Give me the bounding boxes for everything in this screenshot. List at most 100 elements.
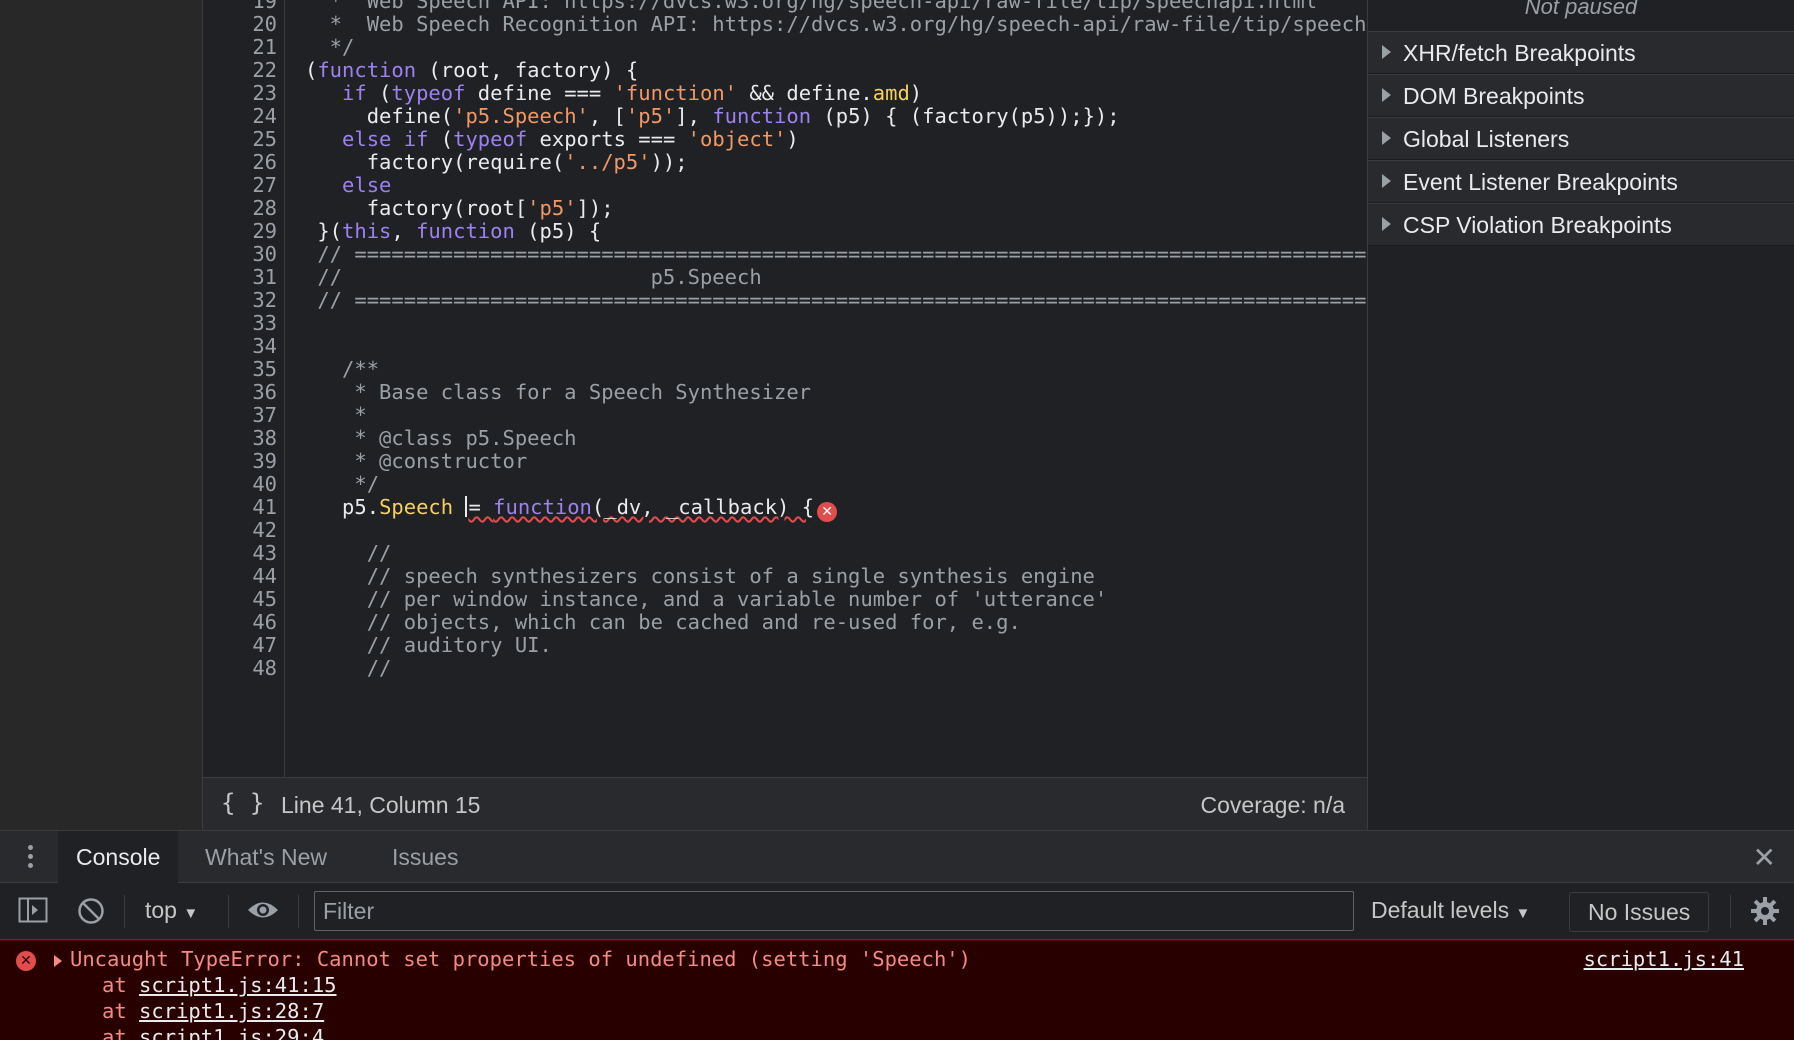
live-expression-eye-icon[interactable] <box>246 897 280 927</box>
stack-frame-link[interactable]: script1.js:41:15 <box>139 973 336 997</box>
code-line[interactable]: * Web Speech Recognition API: https://dv… <box>305 11 1367 37</box>
expand-triangle-icon[interactable] <box>1382 174 1391 188</box>
code-token: && define. <box>737 81 873 105</box>
code-token: define === <box>465 81 614 105</box>
code-token: 'p5' <box>625 104 676 128</box>
code-token: function <box>416 219 515 243</box>
code-area[interactable]: * Web Speech API: https://dvcs.w3.org/hg… <box>285 0 1367 777</box>
stack-prefix: at <box>102 999 140 1023</box>
code-line[interactable]: * Base class for a Speech Synthesizer <box>305 379 811 405</box>
stack-frame: at script1.js:29:4 <box>102 1025 324 1040</box>
code-line[interactable]: // =====================================… <box>305 287 1367 313</box>
code-line[interactable]: // <box>305 655 392 681</box>
code-token: // =====================================… <box>305 242 1367 266</box>
error-text: Uncaught TypeError: Cannot set propertie… <box>70 947 971 971</box>
dropdown-arrow-icon: ▼ <box>183 905 199 922</box>
debugger-sidebar: Not paused XHR/fetch Breakpoints DOM Bre… <box>1367 0 1794 830</box>
code-token: else <box>342 173 392 197</box>
code-token: */ <box>305 35 355 59</box>
sidebar-toggle-icon[interactable] <box>18 896 48 928</box>
code-token: // per window instance, and a variable n… <box>305 587 1108 611</box>
code-token: if <box>342 81 367 105</box>
toolbar-separator <box>228 895 229 928</box>
code-token: // =====================================… <box>305 288 1367 312</box>
code-token: 'p5' <box>527 196 577 220</box>
expand-triangle-icon[interactable] <box>1382 88 1391 102</box>
xhr-fetch-breakpoints-section[interactable]: XHR/fetch Breakpoints <box>1368 31 1794 74</box>
error-source-link[interactable]: script1.js:41 <box>1584 947 1744 971</box>
issues-counter-button[interactable]: No Issues <box>1569 892 1710 932</box>
expand-error-triangle-icon[interactable] <box>54 955 62 967</box>
section-label: DOM Breakpoints <box>1403 83 1585 109</box>
tab-console[interactable]: Console <box>58 831 179 883</box>
code-token: /** <box>305 357 380 381</box>
code-token: = <box>468 495 494 519</box>
code-token: else if <box>342 127 429 151</box>
editor-status-bar: { } Line 41, Column 15 Coverage: n/a <box>203 777 1367 830</box>
stack-frame-link[interactable]: script1.js:28:7 <box>139 999 324 1023</box>
close-drawer-icon[interactable]: ✕ <box>1753 841 1776 874</box>
coverage-status: Coverage: n/a <box>1200 792 1345 818</box>
more-tools-kebab-icon[interactable] <box>28 845 34 869</box>
inline-error-icon[interactable]: ✕ <box>817 502 838 522</box>
expand-triangle-icon[interactable] <box>1382 45 1391 59</box>
console-error-message[interactable]: ✕ Uncaught TypeError: Cannot set propert… <box>0 940 1794 1040</box>
global-listeners-section[interactable]: Global Listeners <box>1368 117 1794 160</box>
dom-breakpoints-section[interactable]: DOM Breakpoints <box>1368 74 1794 117</box>
section-label: Event Listener Breakpoints <box>1403 169 1678 195</box>
code-token: ]); <box>576 196 614 220</box>
code-token: define( <box>305 104 454 128</box>
code-token: * <box>305 403 367 427</box>
code-token: // auditory UI. <box>305 633 552 657</box>
code-token: Speech <box>379 495 454 519</box>
code-token: 'p5.Speech' <box>453 104 589 128</box>
code-token: // <box>305 656 392 680</box>
source-editor[interactable]: 19 20 21 22 23 24 25 26 27 28 29 30 31 32 33 34 35 36 37 38… <box>203 0 1367 777</box>
code-token: '../p5' <box>564 150 651 174</box>
code-token: , [ <box>588 104 626 128</box>
context-selector[interactable]: top ▼ <box>145 897 198 924</box>
stack-prefix: at <box>102 1025 140 1040</box>
line-number-gutter[interactable]: 19 20 21 22 23 24 25 26 27 28 29 30 31 32 33 34 35 36 37 38… <box>203 0 285 777</box>
expand-triangle-icon[interactable] <box>1382 131 1391 145</box>
section-label: CSP Violation Breakpoints <box>1403 212 1672 238</box>
log-levels-dropdown[interactable]: Default levels ▼ <box>1371 897 1530 924</box>
code-token: * @constructor <box>305 449 528 473</box>
stack-frame: at script1.js:41:15 <box>102 973 337 997</box>
csp-violation-breakpoints-section[interactable]: CSP Violation Breakpoints <box>1368 203 1794 246</box>
stack-frame: at script1.js:28:7 <box>102 999 324 1023</box>
navigator-pane <box>0 0 203 830</box>
code-token: amd <box>872 81 910 105</box>
code-token: // speech synthesizers consist of a sing… <box>305 564 1095 588</box>
code-token: }( <box>305 219 343 243</box>
code-line[interactable]: p5.Speech = function(_dv, _callback) {✕ <box>305 494 838 522</box>
code-token: (_dv, _callback) { <box>591 495 815 519</box>
line-number[interactable]: 48 <box>252 655 277 681</box>
code-token: function <box>493 495 592 519</box>
console-toolbar: top ▼ Default levels ▼ No Issues <box>0 883 1794 940</box>
event-listener-breakpoints-section[interactable]: Event Listener Breakpoints <box>1368 160 1794 203</box>
pretty-print-icon[interactable]: { } <box>221 789 264 817</box>
code-token: ( <box>366 81 392 105</box>
console-filter-input[interactable] <box>314 891 1354 931</box>
code-token: typeof <box>453 127 528 151</box>
tab-issues[interactable]: Issues <box>374 831 476 883</box>
code-token: 'object' <box>687 127 787 151</box>
section-label: XHR/fetch Breakpoints <box>1403 40 1636 66</box>
toolbar-separator <box>1730 895 1731 928</box>
clear-console-icon[interactable] <box>76 896 106 930</box>
code-token: function <box>712 104 812 128</box>
console-settings-gear-icon[interactable] <box>1750 896 1780 930</box>
code-token: // objects, which can be cached and re-u… <box>305 610 1021 634</box>
code-token: // <box>305 541 392 565</box>
code-token: ( <box>428 127 454 151</box>
tab-whats-new[interactable]: What's New <box>187 831 345 883</box>
stack-frame-link[interactable]: script1.js:29:4 <box>139 1025 324 1040</box>
code-token: ( <box>305 58 318 82</box>
code-token: p5. <box>305 495 380 519</box>
code-token: */ <box>305 472 380 496</box>
expand-triangle-icon[interactable] <box>1382 217 1391 231</box>
